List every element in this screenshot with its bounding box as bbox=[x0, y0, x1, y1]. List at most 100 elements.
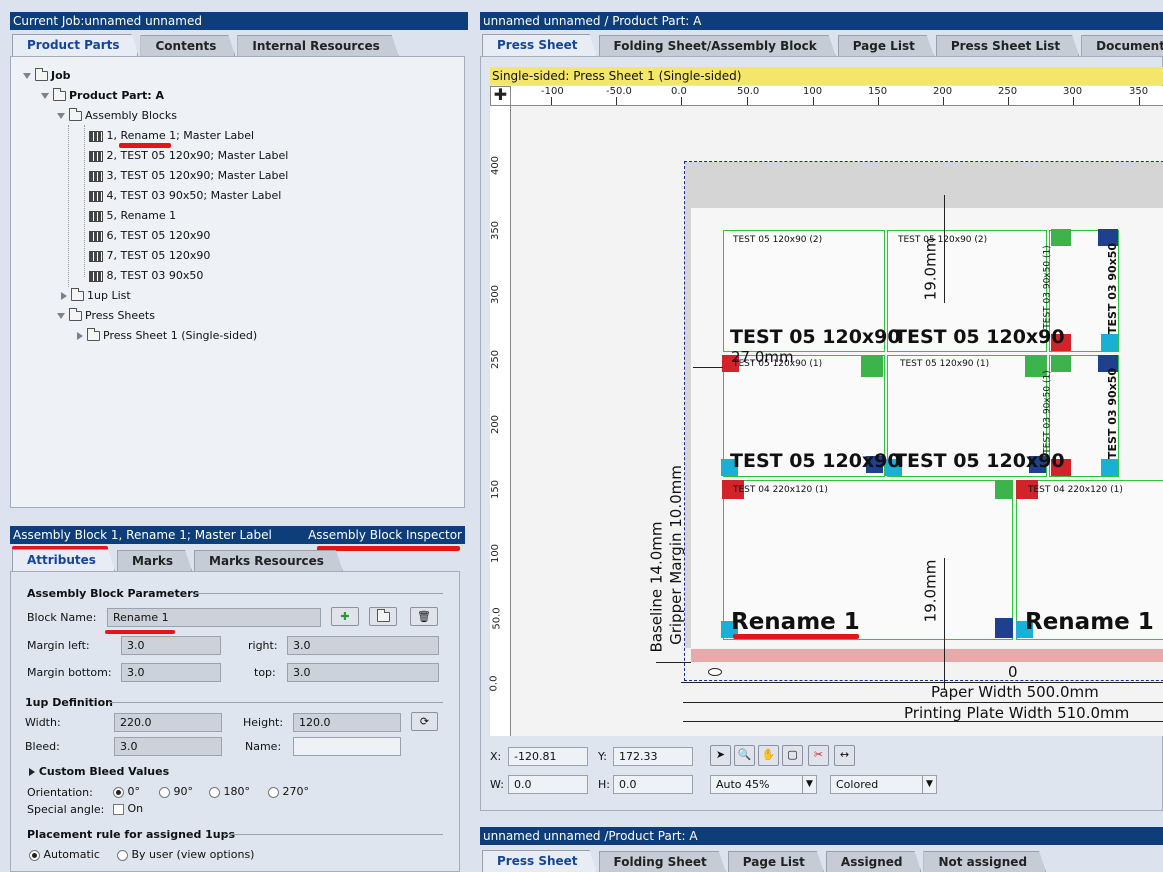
tree-block-num: 3, bbox=[106, 169, 121, 182]
tree-block-item[interactable]: 1, Rename 1; Master Label bbox=[89, 127, 254, 145]
expand-icon[interactable] bbox=[57, 113, 65, 119]
margin-bottom-field[interactable]: 3.0 bbox=[121, 663, 221, 682]
radio-icon[interactable] bbox=[113, 786, 124, 798]
tab-document[interactable]: Document bbox=[1081, 35, 1163, 56]
delete-button[interactable]: 🗑 bbox=[410, 607, 438, 626]
expand-icon[interactable] bbox=[41, 93, 49, 99]
special-angle-checkbox[interactable]: On bbox=[113, 802, 143, 815]
tab-folding-sheet[interactable]: Folding Sheet/Assembly Block bbox=[599, 35, 836, 56]
tab-attributes[interactable]: Attributes bbox=[12, 549, 115, 571]
open-folder-button[interactable] bbox=[369, 607, 397, 626]
tree-block-item[interactable]: 7, TEST 05 120x90 bbox=[89, 247, 210, 265]
tree-block-item[interactable]: 2, TEST 05 120x90; Master Label bbox=[89, 147, 288, 165]
orientation-180[interactable]: 180° bbox=[209, 785, 250, 798]
collapse-icon[interactable] bbox=[77, 332, 83, 340]
tab-page-list[interactable]: Page List bbox=[838, 35, 934, 56]
crop-tool[interactable]: ✂ bbox=[808, 745, 829, 766]
bottom-tabs: Press Sheet Folding Sheet Page List Assi… bbox=[482, 850, 1048, 872]
tab-marks-resources[interactable]: Marks Resources bbox=[194, 550, 343, 571]
trash-icon: 🗑 bbox=[417, 610, 431, 623]
swap-size-button[interactable]: ⟳ bbox=[411, 712, 438, 731]
radio-icon[interactable] bbox=[209, 786, 220, 798]
splitter-handle[interactable] bbox=[480, 812, 1163, 826]
ruler-tick-label: 150 bbox=[868, 86, 888, 97]
h-field[interactable]: 0.0 bbox=[613, 775, 693, 794]
add-block-button[interactable]: ✚ bbox=[331, 607, 359, 626]
pan-tool[interactable]: ✋ bbox=[758, 745, 779, 766]
tree-block-item[interactable]: 4, TEST 03 90x50; Master Label bbox=[89, 187, 281, 205]
tab-folding-sheet-bottom[interactable]: Folding Sheet bbox=[599, 851, 726, 872]
orientation-270[interactable]: 270° bbox=[268, 785, 309, 798]
placement-user[interactable]: By user (view options) bbox=[117, 848, 254, 861]
tree-block-item[interactable]: 5, Rename 1 bbox=[89, 207, 176, 225]
rotated-label: TEST 03 90x50 (1) bbox=[1042, 370, 1053, 454]
tree-job[interactable]: Job bbox=[23, 67, 71, 85]
tree-block-item[interactable]: 3, TEST 05 120x90; Master Label bbox=[89, 167, 288, 185]
orientation-90[interactable]: 90° bbox=[159, 785, 193, 798]
vertical-splitter[interactable] bbox=[468, 12, 478, 872]
zoom-tool[interactable]: 🔍 bbox=[734, 745, 755, 766]
name-field[interactable] bbox=[293, 737, 401, 756]
select-tool[interactable]: ➤ bbox=[710, 745, 731, 766]
tab-press-sheet[interactable]: Press Sheet bbox=[482, 34, 597, 56]
bleed-field[interactable]: 3.0 bbox=[114, 737, 222, 756]
rotated-label: TEST 03 90x50 bbox=[1106, 367, 1120, 460]
block-grid-icon bbox=[89, 250, 103, 262]
tab-page-list-bottom[interactable]: Page List bbox=[728, 851, 824, 872]
ruler-tick bbox=[1139, 97, 1140, 105]
y-field[interactable]: 172.33 bbox=[613, 747, 693, 766]
orientation-0[interactable]: 0° bbox=[113, 785, 140, 798]
h-label: H: bbox=[598, 778, 610, 791]
radio-icon[interactable] bbox=[268, 786, 279, 798]
expand-icon[interactable] bbox=[23, 73, 31, 79]
tab-assigned[interactable]: Assigned bbox=[826, 851, 922, 872]
measure-tool[interactable]: ↔ bbox=[834, 745, 855, 766]
tree-1up-list[interactable]: 1up List bbox=[61, 287, 131, 305]
margin-right-field[interactable]: 3.0 bbox=[287, 636, 439, 655]
tree-block-num: 4, bbox=[106, 189, 121, 202]
tree-press-sheets[interactable]: Press Sheets bbox=[57, 307, 155, 325]
checkbox-icon[interactable] bbox=[113, 803, 124, 815]
radio-icon[interactable] bbox=[29, 849, 40, 861]
tab-product-parts[interactable]: Product Parts bbox=[12, 34, 138, 56]
attributes-panel: Assembly Block Parameters Block Name: Re… bbox=[10, 571, 460, 872]
tree-block-item[interactable]: 6, TEST 05 120x90 bbox=[89, 227, 210, 245]
canvas[interactable]: TEST 05 120x90 (2) TEST 05 120x90 (2) TE… bbox=[511, 106, 1163, 736]
zoom-select[interactable]: Auto 45% ▼ bbox=[710, 775, 817, 794]
color-mode-select[interactable]: Colored ▼ bbox=[830, 775, 937, 794]
tab-internal-resources[interactable]: Internal Resources bbox=[237, 35, 398, 56]
frame-tool[interactable]: ▢ bbox=[782, 745, 803, 766]
tab-not-assigned[interactable]: Not assigned bbox=[923, 851, 1046, 872]
tab-marks[interactable]: Marks bbox=[117, 550, 192, 571]
tree-product-part[interactable]: Product Part: A bbox=[41, 87, 164, 105]
horizontal-ruler: -100 -50.0 0.0 50.0 100 150 200 250 300 350 bbox=[511, 86, 1163, 106]
splitter-handle[interactable] bbox=[10, 510, 465, 518]
mark-green bbox=[861, 355, 883, 377]
ruler-tick-label: 400 bbox=[490, 155, 502, 176]
w-field[interactable]: 0.0 bbox=[508, 775, 588, 794]
custom-bleed-toggle[interactable]: Custom Bleed Values bbox=[29, 765, 169, 778]
margin-left-field[interactable]: 3.0 bbox=[121, 636, 221, 655]
x-field[interactable]: -120.81 bbox=[508, 747, 588, 766]
left-tabs: Product Parts Contents Internal Resource… bbox=[12, 34, 401, 56]
margin-top-field[interactable]: 3.0 bbox=[287, 663, 439, 682]
tab-press-sheet-bottom[interactable]: Press Sheet bbox=[482, 850, 597, 872]
radio-icon[interactable] bbox=[159, 786, 170, 798]
block-name-field[interactable]: Rename 1 bbox=[107, 608, 321, 627]
tab-contents[interactable]: Contents bbox=[140, 35, 235, 56]
tree-assembly-blocks[interactable]: Assembly Blocks bbox=[57, 107, 177, 125]
width-field[interactable]: 220.0 bbox=[114, 713, 222, 732]
expand-icon[interactable] bbox=[57, 313, 65, 319]
placement-auto[interactable]: Automatic bbox=[29, 848, 100, 861]
plate-gray bbox=[685, 162, 1163, 208]
collapse-icon[interactable] bbox=[61, 292, 67, 300]
ruler-corner[interactable]: ✚ bbox=[490, 86, 511, 106]
height-field[interactable]: 120.0 bbox=[293, 713, 401, 732]
annotation-underline bbox=[119, 143, 171, 148]
tree-block-item[interactable]: 8, TEST 03 90x50 bbox=[89, 267, 203, 285]
ruler-tick-label: 250 bbox=[998, 86, 1018, 97]
margin-top-label: top: bbox=[254, 666, 276, 679]
tree-press-sheet-1[interactable]: Press Sheet 1 (Single-sided) bbox=[77, 327, 257, 345]
tab-press-sheet-list[interactable]: Press Sheet List bbox=[936, 35, 1079, 56]
radio-icon[interactable] bbox=[117, 849, 128, 861]
